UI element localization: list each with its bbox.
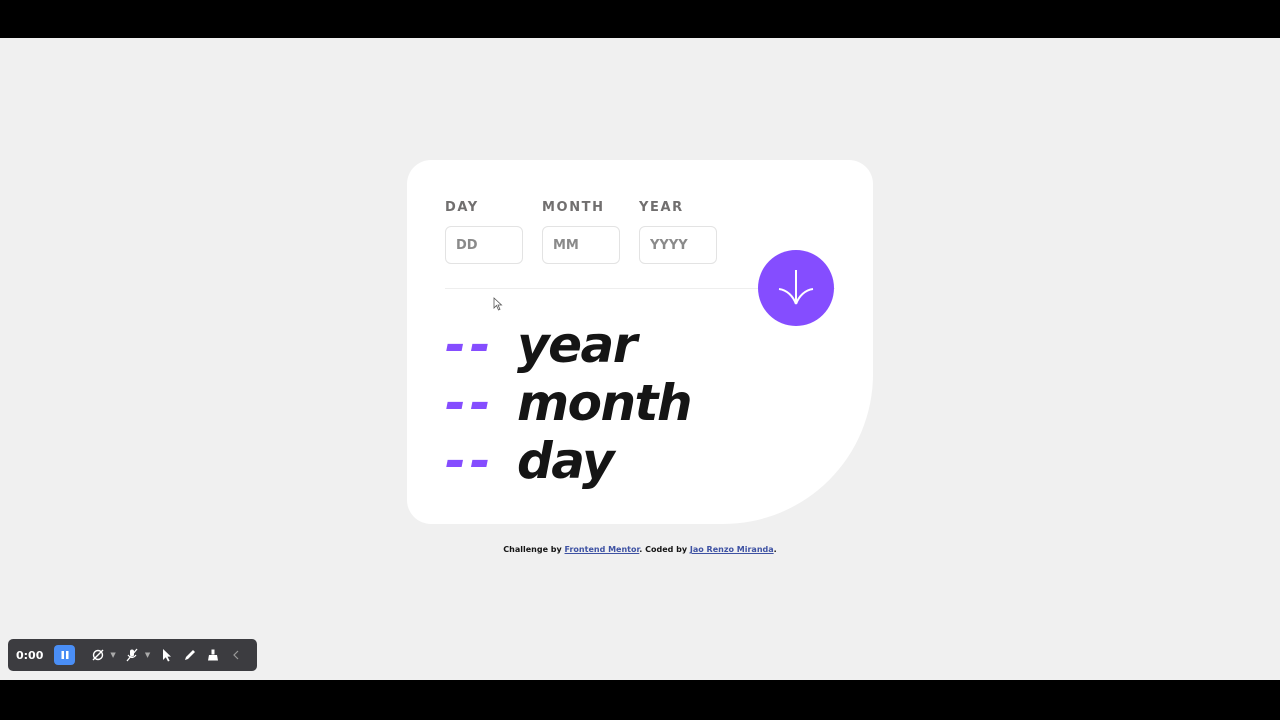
mic-toggle-button[interactable] [122,645,143,665]
day-field: DAY [445,200,525,264]
pause-icon [61,651,69,659]
collapse-toolbar-button[interactable] [226,645,247,665]
submit-button[interactable] [758,250,834,326]
screen-recorder-toolbar: 0:00 ▼ ▼ [8,639,257,671]
eraser-icon [208,649,219,661]
result-years: -- year [445,316,691,374]
day-input[interactable] [445,226,523,264]
arrow-down-icon [773,264,819,313]
years-value: -- [445,316,495,374]
days-unit: day [517,432,615,490]
attribution-prefix: Challenge by [503,545,565,554]
result-months: -- month [445,374,693,432]
attribution-suffix: . [773,545,777,554]
day-label: DAY [445,200,479,215]
year-input[interactable] [639,226,717,264]
results: -- year -- month -- day [445,316,693,490]
pen-icon [185,650,196,660]
pointer-icon [162,649,171,662]
camera-off-icon [92,649,104,661]
month-input[interactable] [542,226,620,264]
month-label: MONTH [542,200,605,215]
month-field: MONTH [542,200,622,264]
months-value: -- [445,374,495,432]
author-link[interactable]: Jao Renzo Miranda [690,545,774,554]
mic-options-caret-icon[interactable]: ▼ [145,651,150,659]
year-field: YEAR [639,200,719,264]
attribution-middle: . Coded by [639,545,690,554]
pen-tool-button[interactable] [179,645,200,665]
camera-options-caret-icon[interactable]: ▼ [110,651,115,659]
pause-button[interactable] [54,645,76,665]
result-days: -- day [445,432,691,490]
eraser-tool-button[interactable] [203,645,224,665]
years-unit: year [517,316,637,374]
days-value: -- [445,432,495,490]
mouse-cursor-icon [493,296,503,311]
age-calculator-card: DAY MONTH YEAR -- year -- [407,160,873,524]
recording-time: 0:00 [16,648,44,662]
pointer-tool-button[interactable] [156,645,177,665]
attribution: Challenge by Frontend Mentor. Coded by J… [0,545,1280,554]
camera-toggle-button[interactable] [87,645,108,665]
frontend-mentor-link[interactable]: Frontend Mentor [565,545,640,554]
page-viewport: DAY MONTH YEAR -- year -- [0,38,1280,680]
collapse-icon [233,650,239,660]
mic-off-icon [126,648,138,662]
months-unit: month [517,374,693,432]
year-label: YEAR [639,200,684,215]
